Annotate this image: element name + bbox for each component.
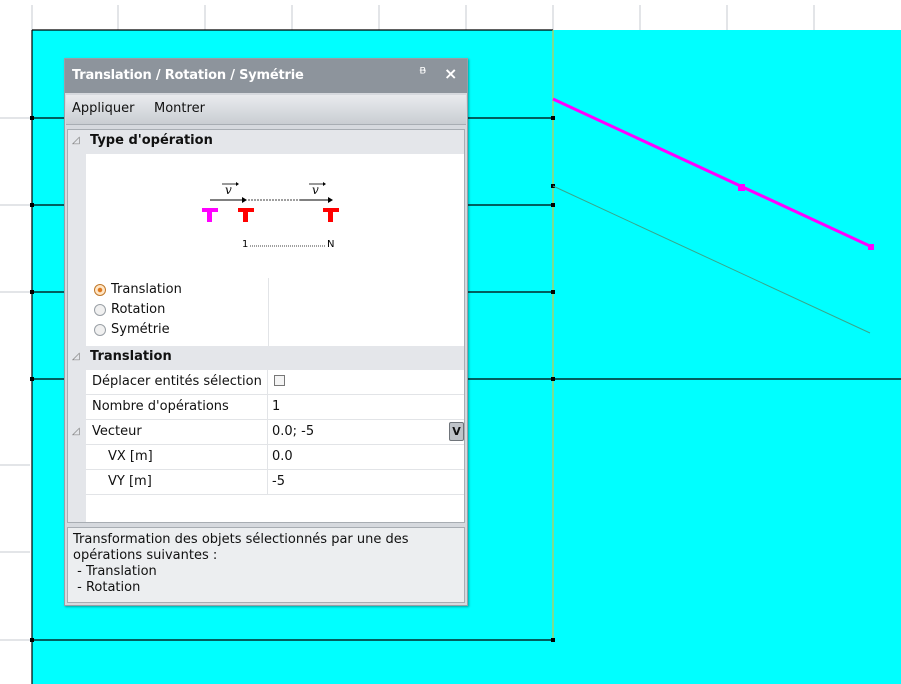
operation-count-label: Nombre d'opérations: [92, 399, 229, 414]
top-ruler: [0, 0, 901, 30]
category-translation[interactable]: ◿ Translation: [68, 346, 464, 370]
row-vy[interactable]: VY [m] -5: [86, 470, 464, 495]
panel-menubar: Appliquer Montrer: [66, 95, 466, 125]
radio-rotation[interactable]: Rotation: [94, 302, 274, 320]
selected-line-endpoint[interactable]: [868, 244, 874, 250]
vector-value[interactable]: 0.0; -5: [272, 424, 314, 439]
operation-type-options: Translation Rotation Symétrie: [86, 278, 269, 346]
vx-value[interactable]: 0.0: [272, 449, 293, 464]
panel-titlebar[interactable]: Translation / Rotation / Symétrie ᴯ ×: [65, 59, 467, 93]
move-selected-checkbox[interactable]: [274, 375, 285, 386]
description-text: Transformation des objets sélectionnés p…: [73, 532, 409, 595]
property-grid: ◿ Type d'opération v v 1 N Translation R…: [67, 129, 465, 523]
row-vector[interactable]: ◿ Vecteur 0.0; -5 V: [72, 420, 464, 445]
property-grid-gutter: [68, 130, 86, 522]
vector1-label: v: [225, 183, 232, 197]
show-menu-item[interactable]: Montrer: [154, 101, 205, 116]
radio-symmetry-label: Symétrie: [111, 322, 170, 337]
category-translation-label: Translation: [90, 349, 172, 364]
index-start: 1: [242, 239, 248, 250]
vy-label: VY [m]: [108, 474, 152, 489]
collapse-arrow-icon[interactable]: ◿: [72, 135, 80, 146]
radio-rotation-label: Rotation: [111, 302, 166, 317]
index-end: N: [327, 239, 334, 250]
vy-value[interactable]: -5: [272, 474, 285, 489]
close-icon[interactable]: ×: [444, 64, 457, 83]
row-vx[interactable]: VX [m] 0.0: [86, 445, 464, 470]
selected-line-midpoint[interactable]: [738, 184, 745, 191]
collapse-arrow-icon[interactable]: ◿: [72, 426, 80, 437]
radio-unselected-indicator[interactable]: [94, 324, 106, 336]
vector-pick-button[interactable]: V: [449, 422, 464, 441]
radio-selected-indicator[interactable]: [94, 284, 106, 296]
move-selected-label: Déplacer entités sélectionnées: [92, 374, 262, 389]
collapse-arrow-icon[interactable]: ◿: [72, 351, 80, 362]
radio-translation-label: Translation: [111, 282, 182, 297]
vx-label: VX [m]: [108, 449, 153, 464]
pin-icon[interactable]: ᴯ: [420, 64, 426, 81]
description-box: Transformation des objets sélectionnés p…: [67, 527, 465, 603]
category-operation-type-label: Type d'opération: [90, 133, 213, 148]
radio-unselected-indicator[interactable]: [94, 304, 106, 316]
copy-element-icon: [238, 208, 339, 222]
vector2-label: v: [312, 183, 319, 197]
source-element-icon: [202, 208, 218, 222]
vector-label: Vecteur: [92, 424, 142, 439]
operation-count-value[interactable]: 1: [272, 399, 280, 414]
panel-title: Translation / Rotation / Symétrie: [72, 68, 304, 83]
operation-diagram: v v 1 N: [86, 154, 464, 278]
radio-translation[interactable]: Translation: [94, 282, 274, 300]
category-operation-type[interactable]: ◿ Type d'opération: [68, 130, 464, 154]
radio-symmetry[interactable]: Symétrie: [94, 322, 274, 340]
translation-rotation-symmetry-panel: Translation / Rotation / Symétrie ᴯ × Ap…: [64, 58, 468, 606]
apply-menu-item[interactable]: Appliquer: [72, 101, 134, 116]
row-move-selected[interactable]: Déplacer entités sélectionnées: [86, 370, 464, 395]
row-operation-count[interactable]: Nombre d'opérations 1: [86, 395, 464, 420]
